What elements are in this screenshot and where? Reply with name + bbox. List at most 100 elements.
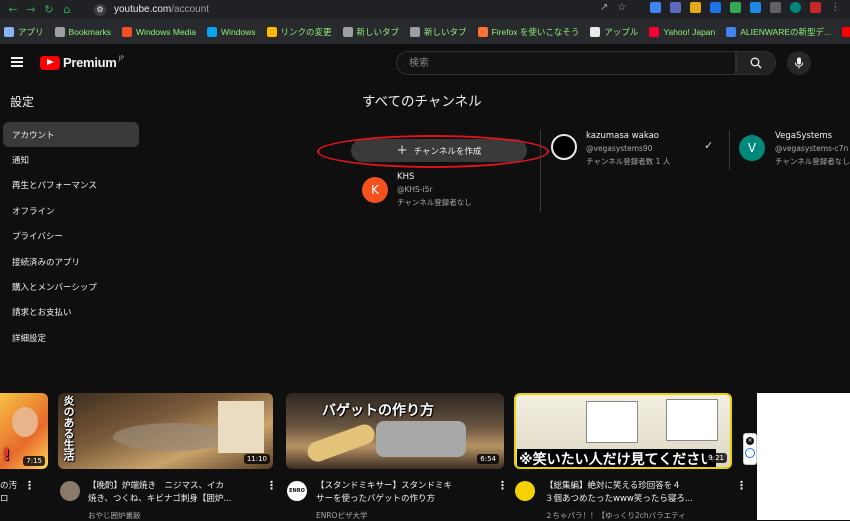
bookmark-item[interactable]: Windows [207, 26, 256, 37]
bookmark-label: Firefox を使いこなそう [491, 26, 580, 37]
bookmark-favicon-icon [342, 26, 353, 37]
voice-search-button[interactable] [787, 51, 811, 75]
bookmark-item[interactable]: YouTube [842, 26, 850, 37]
extension-icon[interactable] [750, 2, 762, 13]
home-icon[interactable]: ⌂ [58, 0, 76, 19]
video-channel[interactable]: ２ちゃパラ！！【ゆっくり2chバラエティ [545, 510, 686, 521]
video-row: ! 7:15 の汚 ロ ⋮ 炎のある生活 11:10 【晩酌】炉端焼き ニジマス… [0, 393, 757, 520]
extension-icon[interactable] [670, 2, 682, 13]
hamburger-menu-icon[interactable] [11, 57, 23, 67]
video-thumbnail[interactable]: ※笑いたい人だけ見てください 9:21 [514, 393, 732, 469]
share-icon[interactable]: ↗ [600, 2, 608, 13]
search-input[interactable] [407, 56, 711, 70]
sidebar-item[interactable]: 通知 [3, 147, 139, 172]
more-options-icon[interactable]: ⋮ [24, 479, 35, 492]
more-options-icon[interactable]: ⋮ [266, 479, 277, 492]
bookmark-item[interactable]: 新しいタブ [410, 26, 467, 38]
address-bar[interactable]: ⚙ youtube.com/account [94, 2, 654, 17]
site-info-icon[interactable]: ⚙ [94, 3, 106, 16]
video-title[interactable]: 【スタンドミキサー】スタンドミキ サーを使ったバゲットの作り方 [316, 480, 452, 506]
sidebar-item[interactable]: プライバシー [3, 224, 139, 249]
bookmark-favicon-icon [590, 26, 601, 37]
bookmark-favicon-icon [207, 26, 218, 37]
sidebar-item[interactable]: オフライン [3, 198, 139, 223]
channel-avatar[interactable]: V [739, 135, 765, 161]
sidebar-item[interactable]: 詳細設定 [3, 325, 139, 350]
settings-title: 設定 [10, 95, 35, 109]
more-options-icon[interactable]: ⋮ [736, 479, 747, 492]
channel-subscribers: チャンネル登録者数 1 人 [586, 157, 671, 166]
extension-icon[interactable] [710, 2, 722, 13]
profile-icon[interactable] [810, 2, 822, 13]
forward-icon[interactable]: → [22, 0, 40, 19]
search-box [396, 51, 736, 75]
sidebar-item[interactable]: 接続済みのアプリ [3, 249, 139, 274]
bookmark-label: Yahoo! Japan [663, 26, 716, 37]
channel-avatar[interactable]: K [362, 177, 388, 203]
search-button[interactable] [736, 51, 776, 75]
plus-icon: + [396, 143, 408, 158]
microphone-icon [794, 57, 804, 69]
bookmark-label: 新しいタブ [356, 26, 400, 37]
menu-dots-icon[interactable]: ⋮ [830, 2, 840, 13]
logo-region: JP [118, 55, 124, 62]
channel-avatar[interactable] [515, 481, 535, 501]
extension-icon[interactable] [770, 2, 782, 13]
bookmark-favicon-icon [122, 26, 133, 37]
url-path: /account [171, 4, 210, 15]
bookmark-star-icon[interactable]: ☆ [617, 2, 626, 13]
channel-avatar[interactable]: ENRO [287, 481, 307, 501]
bookmark-item[interactable]: Bookmarks [54, 26, 111, 37]
sidebar-item[interactable]: 請求とお支払い [3, 300, 139, 325]
avatar-initial: V [747, 141, 757, 155]
thumbnail-text: ※笑いたい人だけ見てください [517, 449, 717, 467]
bookmark-item[interactable]: ALIENWAREの新型デ... [726, 26, 831, 38]
video-channel[interactable]: ENROピザ大学 [316, 510, 367, 521]
video-channel[interactable]: おやじ囲炉裏飯 [88, 510, 141, 521]
youtube-premium-logo[interactable]: Premium JP [40, 55, 124, 70]
bookmark-favicon-icon [4, 26, 14, 37]
extension-icon[interactable] [650, 2, 662, 13]
extension-icon[interactable] [730, 2, 742, 13]
channel-avatar[interactable] [60, 481, 80, 501]
channel-name[interactable]: kazumasa wakao [586, 131, 659, 141]
selected-check-icon: ✓ [704, 139, 714, 152]
bookmark-item[interactable]: リンクの変更 [266, 26, 332, 38]
search-icon [750, 57, 762, 69]
bookmark-item[interactable]: Firefox を使いこなそう [477, 26, 580, 38]
youtube-play-icon [40, 55, 60, 70]
bookmark-label: ALIENWAREの新型デ... [740, 26, 832, 37]
sidebar-item[interactable]: 再生とパフォーマンス [3, 173, 139, 198]
widget-icon[interactable] [745, 448, 755, 458]
floating-widget[interactable]: × [743, 433, 757, 465]
bookmark-item[interactable]: 新しいタブ [342, 26, 400, 38]
reload-icon[interactable]: ↻ [40, 0, 58, 19]
more-options-icon[interactable]: ⋮ [497, 479, 508, 492]
sidebar-item[interactable]: 購入とメンバーシップ [3, 274, 139, 299]
video-thumbnail[interactable]: 炎のある生活 11:10 [58, 393, 273, 469]
sidebar-item[interactable]: アカウント [3, 122, 139, 147]
extension-icon[interactable] [790, 2, 802, 13]
thumbnail-text: バゲットの作り方 [322, 403, 434, 419]
extension-icon[interactable] [690, 2, 702, 13]
thumbnail-text: ! [3, 445, 11, 464]
bookmark-item[interactable]: アプリ [4, 26, 44, 38]
bookmark-item[interactable]: Yahoo! Japan [649, 26, 716, 37]
video-thumbnail[interactable]: バゲットの作り方 6:54 [286, 393, 504, 469]
close-icon[interactable]: × [746, 437, 754, 445]
channel-name[interactable]: VegaSystems [775, 131, 832, 141]
video-title[interactable]: の汚 ロ [0, 480, 17, 506]
channel-avatar[interactable] [551, 134, 577, 160]
video-title[interactable]: 【総集編】絶対に笑える珍回答を４ ３個あつめたったwww笑ったら寝ろ... [545, 480, 693, 506]
channel-name[interactable]: KHS [397, 172, 414, 182]
avatar-initial: K [371, 183, 379, 197]
back-icon[interactable]: ← [4, 0, 22, 19]
video-thumbnail[interactable]: ! 7:15 [0, 393, 48, 469]
video-duration: 7:15 [23, 456, 45, 466]
bookmark-label: リンクの変更 [280, 26, 332, 37]
bookmark-item[interactable]: アップル [590, 26, 638, 38]
video-duration: 9:21 [705, 453, 727, 463]
video-title[interactable]: 【晩酌】炉端焼き ニジマス、イカ 焼き、つくね、キビナゴ刺身【囲炉... [88, 480, 232, 506]
create-channel-button[interactable]: + チャンネルを作成 [351, 139, 527, 162]
bookmark-item[interactable]: Windows Media [122, 26, 196, 37]
